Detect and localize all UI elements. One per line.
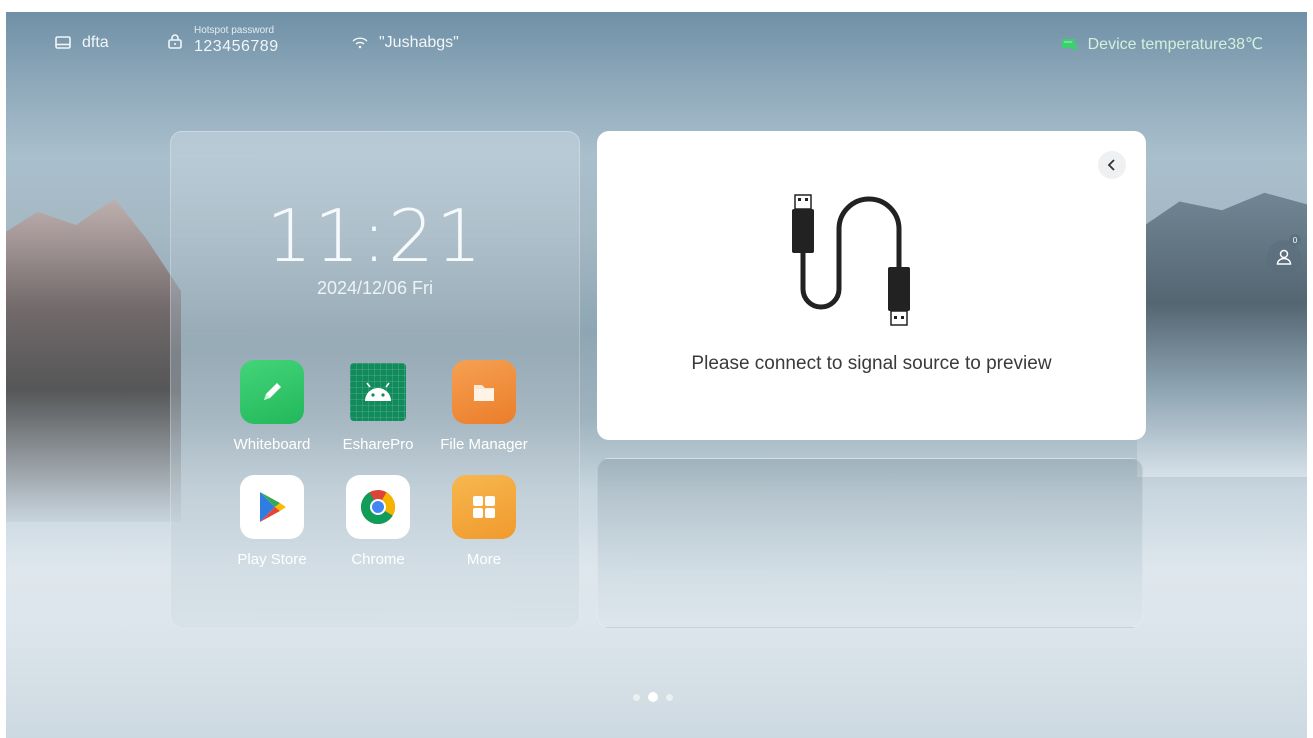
hotspot-password: 123456789 (194, 38, 279, 55)
app-label: Whiteboard (233, 436, 311, 453)
app-more[interactable]: More (431, 475, 537, 568)
app-whiteboard[interactable]: Whiteboard (219, 360, 325, 453)
notification-badge: 0 (1289, 234, 1301, 246)
clock-time: 11:21 (266, 194, 484, 278)
play-store-icon (240, 475, 304, 539)
app-label: EsharePro (342, 436, 414, 453)
temperature-item[interactable]: Device temperature38℃ (1060, 34, 1263, 54)
chip-icon (1060, 35, 1078, 53)
page-dot-2[interactable] (648, 692, 658, 702)
desktop-background: dfta Hotspot password 123456789 "Jushabg… (6, 12, 1307, 738)
page-dot-1[interactable] (633, 693, 640, 701)
app-file-manager[interactable]: File Manager (431, 360, 537, 453)
clock-date: 2024/12/06 Fri (316, 278, 434, 298)
device-temperature: Device temperature38℃ (1087, 36, 1263, 53)
app-grid: Whiteboard EsharePro File Manager Play S… (219, 360, 539, 568)
wifi-item[interactable]: "Jushabgs" (351, 34, 459, 52)
wifi-name: "Jushabgs" (379, 34, 459, 51)
grid-icon (452, 475, 516, 539)
widget-panel (597, 458, 1143, 628)
app-play-store[interactable]: Play Store (219, 475, 325, 568)
preview-message: Please connect to signal source to previ… (691, 353, 1052, 374)
folder-icon (452, 360, 516, 424)
app-label: File Manager (440, 436, 528, 453)
monitor-icon (54, 34, 72, 52)
wifi-icon (351, 34, 369, 52)
hdmi-cable-icon (787, 189, 957, 334)
device-name: dfta (82, 34, 109, 51)
user-button[interactable]: 0 (1267, 234, 1301, 274)
chevron-left-icon (1107, 159, 1115, 171)
pencil-icon (240, 360, 304, 424)
lock-icon (166, 32, 184, 50)
page-dot-3[interactable] (666, 693, 673, 701)
mountain-right (1137, 192, 1307, 477)
signal-preview-card: Please connect to signal source to previ… (597, 131, 1146, 440)
app-label: More (466, 551, 502, 568)
app-esharepro[interactable]: EsharePro (325, 360, 431, 453)
page-indicator (633, 692, 673, 702)
user-icon (1276, 249, 1292, 265)
status-bar: dfta Hotspot password 123456789 "Jushabg… (6, 12, 1307, 72)
app-label: Play Store (237, 551, 307, 568)
hotspot-label: Hotspot password (194, 25, 275, 36)
home-panel: 11:21 2024/12/06 Fri Whiteboard EsharePr… (170, 131, 580, 628)
app-chrome[interactable]: Chrome (325, 475, 431, 568)
app-label: Chrome (351, 551, 405, 568)
device-name-item[interactable]: dfta (54, 34, 109, 52)
hotspot-item[interactable]: Hotspot password 123456789 (166, 26, 279, 55)
collapse-button[interactable] (1098, 151, 1126, 179)
chrome-icon (346, 475, 410, 539)
mountain-left (6, 198, 181, 522)
android-icon (350, 363, 406, 421)
